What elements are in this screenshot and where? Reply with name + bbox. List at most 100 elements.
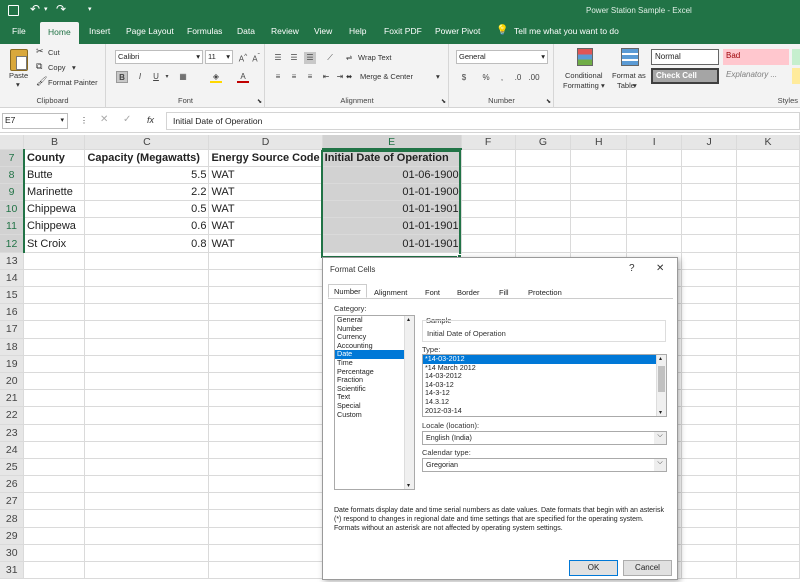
column-header-b[interactable]: B [23, 135, 86, 150]
cell[interactable] [208, 527, 323, 545]
style-good[interactable] [792, 49, 800, 65]
cell[interactable] [84, 389, 210, 408]
cell[interactable] [736, 561, 800, 580]
cell[interactable]: WAT [208, 217, 323, 236]
undo-icon[interactable]: ↶ [30, 2, 40, 16]
list-item[interactable]: 14-03-12 [423, 380, 666, 390]
cell[interactable] [681, 166, 738, 184]
row-header[interactable]: 29 [0, 527, 25, 545]
conditional-formatting-label2[interactable]: Formatting [563, 81, 599, 90]
tab-file[interactable]: File [12, 26, 26, 36]
cell[interactable] [84, 303, 210, 322]
tab-review[interactable]: Review [271, 26, 299, 36]
enter-icon[interactable]: ✓ [123, 114, 131, 125]
cell[interactable]: St Croix [23, 234, 86, 253]
percent-style-icon[interactable]: % [480, 72, 492, 84]
ok-button[interactable]: OK [569, 560, 618, 576]
cell[interactable] [23, 252, 86, 270]
accounting-format-icon[interactable]: $ [458, 72, 470, 84]
row-header[interactable]: 12 [0, 234, 25, 253]
cell[interactable] [736, 166, 800, 184]
cell[interactable] [23, 338, 86, 356]
row-header[interactable]: 9 [0, 183, 25, 202]
cell[interactable] [208, 561, 323, 580]
row-header[interactable]: 14 [0, 269, 25, 288]
cell[interactable] [681, 234, 738, 253]
cell[interactable] [23, 458, 86, 477]
cell[interactable]: WAT [208, 166, 323, 184]
row-header[interactable]: 31 [0, 561, 25, 580]
cell[interactable] [515, 183, 572, 202]
underline-dropdown-icon[interactable]: ▾ [161, 71, 173, 83]
cell[interactable] [570, 217, 628, 236]
conditional-dropdown-icon[interactable]: ▾ [601, 81, 605, 90]
font-size-dropdown[interactable]: 11 ▾ [205, 50, 233, 64]
cell[interactable] [461, 183, 516, 202]
cell[interactable] [208, 544, 323, 563]
cell[interactable] [681, 303, 738, 322]
cell[interactable] [84, 338, 210, 356]
align-middle-icon[interactable]: ☰ [288, 52, 300, 64]
paste-icon[interactable] [10, 49, 28, 71]
cell[interactable] [208, 303, 323, 322]
cell[interactable] [461, 200, 516, 219]
cell[interactable] [736, 527, 800, 545]
column-header-c[interactable]: C [84, 135, 210, 150]
cell[interactable] [681, 252, 738, 270]
cell[interactable] [681, 217, 738, 236]
cell[interactable] [23, 509, 86, 528]
cell[interactable] [736, 338, 800, 356]
tab-number[interactable]: Number [328, 284, 367, 298]
cell[interactable] [515, 149, 572, 167]
cut-button[interactable]: Cut [48, 48, 60, 57]
cell[interactable] [84, 406, 210, 425]
locale-dropdown[interactable]: English (India) ⌵ [422, 431, 667, 445]
table-dropdown-icon[interactable]: ▾ [633, 81, 637, 90]
cell[interactable] [681, 492, 738, 511]
cell[interactable] [461, 149, 516, 167]
list-item[interactable]: 14-3-12 [423, 389, 666, 398]
cell[interactable] [736, 303, 800, 322]
alignment-dialog-launcher-icon[interactable]: ⬊ [441, 98, 446, 105]
merge-center-button[interactable]: Merge & Center [360, 72, 413, 81]
list-item[interactable]: 14-03-2012 [423, 372, 666, 381]
cell[interactable] [681, 320, 738, 339]
cell[interactable] [681, 406, 738, 425]
cell[interactable] [515, 200, 572, 219]
cell[interactable] [681, 286, 738, 305]
copy-button[interactable]: Copy [48, 63, 66, 72]
tab-power-pivot[interactable]: Power Pivot [435, 26, 480, 36]
format-painter-button[interactable]: Format Painter [48, 78, 98, 87]
cell[interactable] [626, 234, 683, 253]
orientation-icon[interactable]: ⟋ [324, 52, 336, 64]
cell[interactable] [208, 320, 323, 339]
cell[interactable] [681, 527, 738, 545]
cell[interactable] [23, 355, 86, 373]
formula-bar-grip-icon[interactable]: ⋮ [80, 116, 88, 125]
cell[interactable] [736, 406, 800, 425]
comma-style-icon[interactable]: , [496, 72, 508, 84]
font-color-icon[interactable]: A [237, 71, 249, 83]
row-header[interactable]: 13 [0, 252, 25, 270]
cell[interactable]: Marinette [23, 183, 86, 202]
cell[interactable] [208, 492, 323, 511]
cell[interactable] [626, 183, 683, 202]
style-normal[interactable]: Normal [651, 49, 719, 65]
bold-button[interactable]: B [116, 71, 128, 83]
cell[interactable] [736, 355, 800, 373]
category-scrollbar[interactable]: ▴ ▾ [404, 316, 414, 489]
cell[interactable] [736, 200, 800, 219]
cell[interactable] [84, 561, 210, 580]
cell[interactable] [84, 372, 210, 391]
cell[interactable]: 0.5 [84, 200, 210, 219]
format-painter-icon[interactable]: 🖌 [36, 76, 47, 87]
cell[interactable] [681, 441, 738, 459]
cell[interactable] [681, 269, 738, 288]
copy-icon[interactable]: ⧉ [36, 61, 42, 72]
cell[interactable] [84, 252, 210, 270]
cell[interactable] [84, 509, 210, 528]
help-button[interactable]: ? [629, 263, 635, 274]
cell[interactable] [736, 509, 800, 528]
cancel-button[interactable]: Cancel [623, 560, 672, 576]
cell[interactable] [681, 424, 738, 442]
